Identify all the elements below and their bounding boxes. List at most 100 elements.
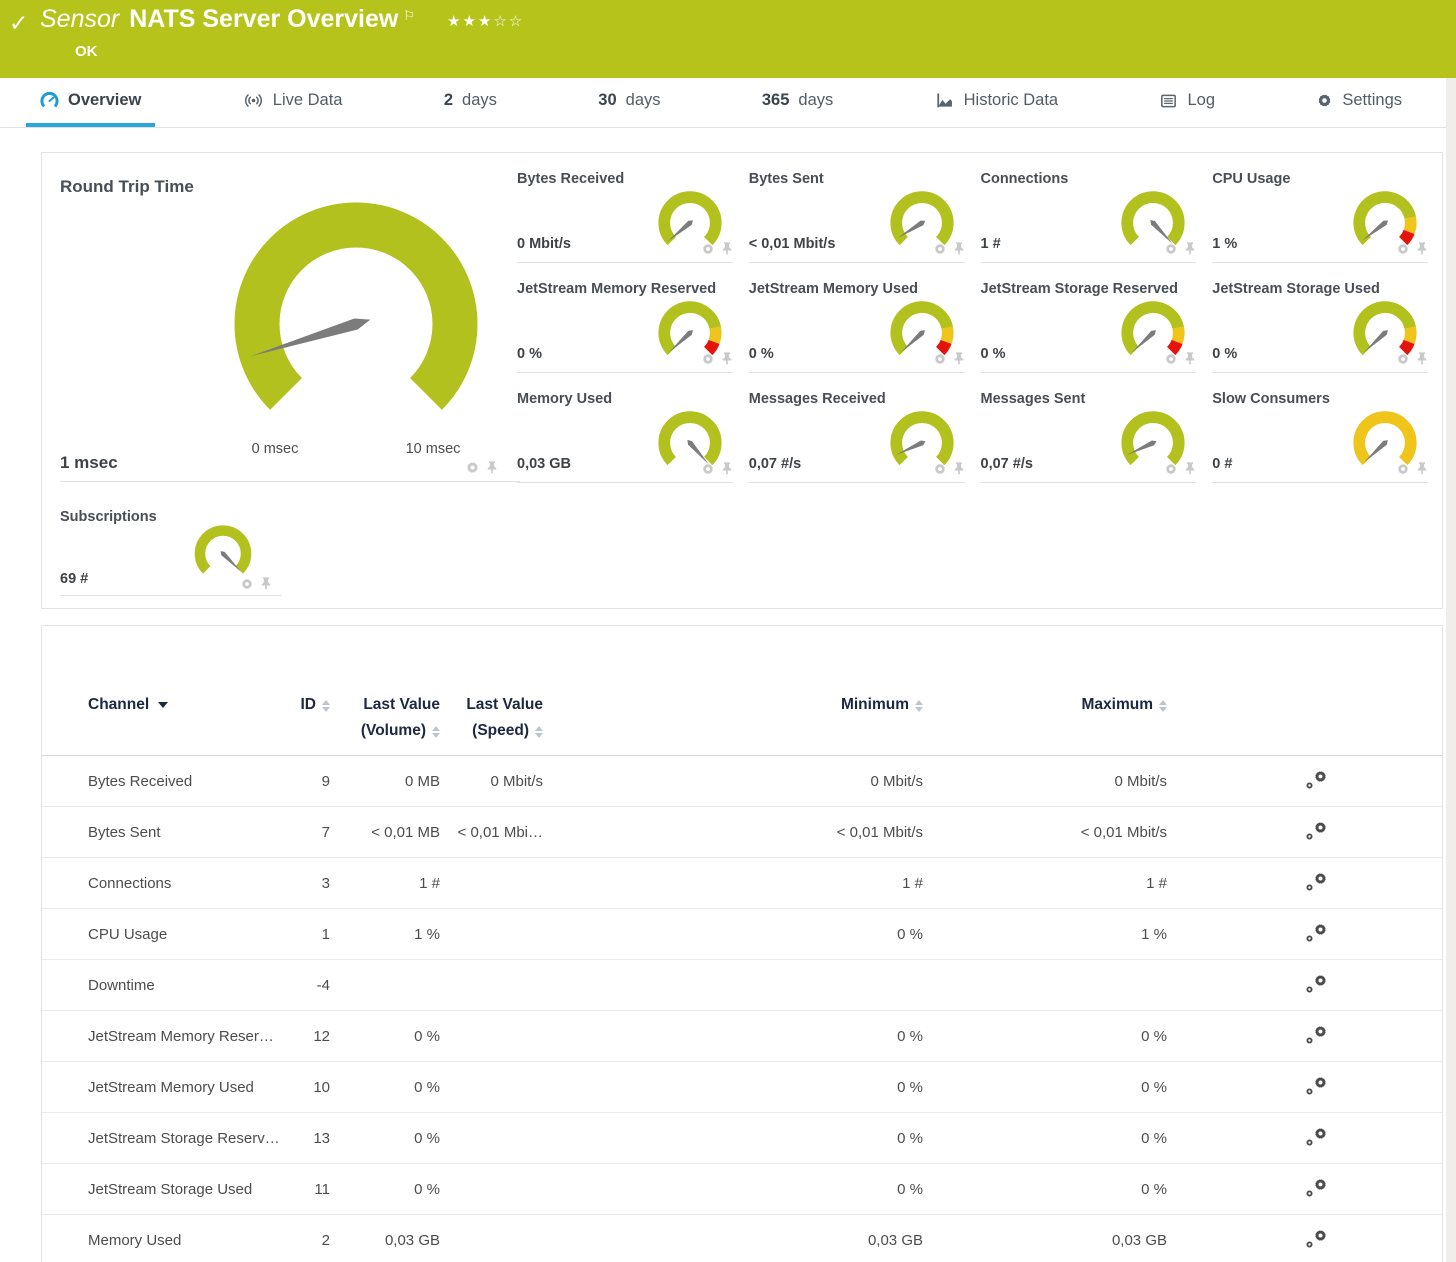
- gauge-scale-min: 0 msec: [225, 441, 325, 457]
- tab-overview[interactable]: Overview: [26, 78, 155, 127]
- gear-icon[interactable]: [1164, 242, 1178, 256]
- gauge-scale-max: 10 msec: [383, 441, 483, 457]
- gear-icon[interactable]: [465, 460, 480, 475]
- sort-arrows-icon: [535, 726, 543, 744]
- status-badge: OK: [75, 43, 98, 60]
- minimum-value: 0 %: [543, 1181, 923, 1198]
- gauge-title: Bytes Sent: [749, 171, 824, 187]
- column-header-minimum[interactable]: Minimum: [543, 692, 923, 755]
- pin-icon[interactable]: [721, 241, 733, 256]
- gauge-title: Round Trip Time: [60, 177, 194, 197]
- minimum-value: 0,03 GB: [543, 1232, 923, 1249]
- last-value-volume: 0 %: [330, 1028, 440, 1045]
- channel-id: 10: [278, 1079, 330, 1096]
- gear-icon[interactable]: [240, 577, 254, 591]
- pin-icon[interactable]: [721, 351, 733, 366]
- gear-icon: [1316, 92, 1333, 109]
- gear-icon[interactable]: [1164, 352, 1178, 366]
- table-header-row: Channel ID Last Value(Volume) Last Value…: [42, 626, 1442, 756]
- pin-icon[interactable]: [953, 461, 965, 476]
- tab-30-days[interactable]: 30days: [584, 78, 674, 127]
- pin-icon[interactable]: [1416, 461, 1428, 476]
- sensor-header: ✓ Sensor NATS Server Overview ⚐ ★★★☆☆ OK: [0, 0, 1456, 78]
- gear-icon[interactable]: [1396, 462, 1410, 476]
- channel-settings-icon[interactable]: [1305, 1228, 1328, 1253]
- pin-icon[interactable]: [1184, 241, 1196, 256]
- gear-icon[interactable]: [1396, 352, 1410, 366]
- channel-settings-icon[interactable]: [1305, 1177, 1328, 1202]
- pin-icon[interactable]: [1416, 241, 1428, 256]
- tab-number: 2: [444, 91, 453, 110]
- gauge-tile-grid: Bytes Received0 Mbit/sBytes Sent< 0,01 M…: [517, 153, 1428, 483]
- pin-icon[interactable]: [1184, 351, 1196, 366]
- gear-icon[interactable]: [1164, 462, 1178, 476]
- column-header-id[interactable]: ID: [278, 692, 330, 755]
- gauge-icon: [40, 91, 59, 110]
- last-value-volume: 1 %: [330, 926, 440, 943]
- gear-icon[interactable]: [933, 462, 947, 476]
- sort-arrows-icon: [322, 700, 330, 712]
- channel-name: Bytes Received: [88, 773, 278, 790]
- tab-2-days[interactable]: 2days: [430, 78, 511, 127]
- column-header-last-value-volume[interactable]: Last Value(Volume): [330, 692, 440, 755]
- gauge-tile-messages-sent: Messages Sent0,07 #/s: [981, 373, 1197, 483]
- scrollbar-gutter[interactable]: [1446, 78, 1456, 1262]
- gear-icon[interactable]: [701, 352, 715, 366]
- column-header-channel[interactable]: Channel: [88, 692, 278, 755]
- gear-icon[interactable]: [933, 242, 947, 256]
- tab-label: days: [626, 91, 661, 110]
- gauge-value: 1 #: [981, 236, 1001, 252]
- channel-settings-icon[interactable]: [1305, 973, 1328, 998]
- last-value-volume: 1 #: [330, 875, 440, 892]
- gauge-tile-memory-used: Memory Used0,03 GB: [517, 373, 733, 483]
- gear-icon[interactable]: [701, 462, 715, 476]
- gear-icon[interactable]: [701, 242, 715, 256]
- channel-settings-icon[interactable]: [1305, 1024, 1328, 1049]
- channel-settings-icon[interactable]: [1305, 820, 1328, 845]
- flag-icon[interactable]: ⚐: [403, 8, 415, 24]
- table-body: Bytes Received90 MB0 Mbit/s0 Mbit/s0 Mbi…: [42, 756, 1442, 1262]
- tab-label: Historic Data: [964, 91, 1058, 110]
- column-header-last-value-speed[interactable]: Last Value(Speed): [440, 692, 543, 755]
- priority-stars[interactable]: ★★★☆☆: [447, 12, 524, 30]
- sort-caret-icon: [158, 702, 168, 708]
- maximum-value: 0 %: [923, 1079, 1167, 1096]
- pin-icon[interactable]: [1416, 351, 1428, 366]
- column-header-maximum[interactable]: Maximum: [923, 692, 1167, 755]
- pin-icon[interactable]: [953, 241, 965, 256]
- gauge-tile-bytes-sent: Bytes Sent< 0,01 Mbit/s: [749, 153, 965, 263]
- gauge-title: Bytes Received: [517, 171, 624, 187]
- pin-icon[interactable]: [1184, 461, 1196, 476]
- channel-id: 7: [278, 824, 330, 841]
- channel-settings-icon[interactable]: [1305, 871, 1328, 896]
- channel-settings-icon[interactable]: [1305, 1075, 1328, 1100]
- gauge-tile-messages-received: Messages Received0,07 #/s: [749, 373, 965, 483]
- pin-icon[interactable]: [721, 461, 733, 476]
- gauge-value: 1 %: [1212, 236, 1237, 252]
- pin-icon[interactable]: [486, 460, 498, 475]
- broadcast-icon: [243, 91, 264, 110]
- channel-name: JetStream Memory Used: [88, 1079, 278, 1096]
- tab-log[interactable]: Log: [1145, 78, 1229, 127]
- minimum-value: < 0,01 Mbit/s: [543, 824, 923, 841]
- pin-icon[interactable]: [953, 351, 965, 366]
- channel-settings-icon[interactable]: [1305, 1126, 1328, 1151]
- channel-name: JetStream Storage Used: [88, 1181, 278, 1198]
- last-value-volume: 0,03 GB: [330, 1232, 440, 1249]
- tab-live-data[interactable]: Live Data: [229, 78, 357, 127]
- channel-id: 11: [278, 1181, 330, 1198]
- channel-settings-icon[interactable]: [1305, 769, 1328, 794]
- tab-settings[interactable]: Settings: [1302, 78, 1416, 127]
- sort-arrows-icon: [915, 700, 923, 712]
- gear-icon[interactable]: [1396, 242, 1410, 256]
- pin-icon[interactable]: [260, 576, 272, 591]
- tab-365-days[interactable]: 365days: [748, 78, 847, 127]
- channel-id: -4: [278, 977, 330, 994]
- tab-historic-data[interactable]: Historic Data: [921, 78, 1072, 127]
- maximum-value: 0 %: [923, 1181, 1167, 1198]
- channel-settings-icon[interactable]: [1305, 922, 1328, 947]
- gear-icon[interactable]: [933, 352, 947, 366]
- minimum-value: 0 %: [543, 1028, 923, 1045]
- gauge-value: 0 %: [981, 346, 1006, 362]
- gauge-title: Subscriptions: [60, 509, 157, 525]
